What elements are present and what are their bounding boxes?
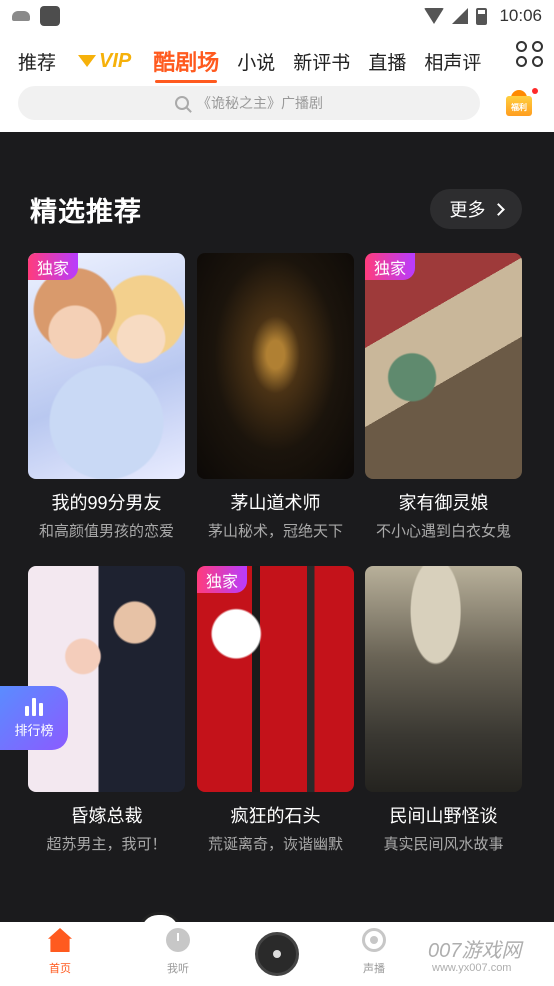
drama-card[interactable]: 独家 我的99分男友 和高颜值男孩的恋爱 xyxy=(28,253,185,541)
nav-broadcast-label: 声播 xyxy=(363,963,385,975)
exclusive-badge: 独家 xyxy=(28,253,78,280)
notification-dot xyxy=(532,88,538,94)
grid-dot-icon xyxy=(532,41,543,52)
nav-home[interactable]: 首页 xyxy=(20,928,100,976)
ranking-label: 排行榜 xyxy=(14,722,54,738)
watermark: 007游戏网 xyxy=(428,940,522,962)
tab-novel[interactable]: 小说 xyxy=(237,48,275,75)
tab-vip[interactable]: VIP xyxy=(78,50,131,73)
exclusive-badge: 独家 xyxy=(365,253,415,280)
cover-image xyxy=(28,566,185,792)
nav-home-label: 首页 xyxy=(49,963,71,975)
tab-storytelling[interactable]: 新评书 xyxy=(293,48,350,75)
signal-icon xyxy=(452,8,469,24)
card-title: 家有御灵娘 xyxy=(398,493,489,513)
nav-listen[interactable]: 我听 xyxy=(138,928,218,976)
drama-card[interactable]: 茅山道术师 茅山秘术，冠绝天下 xyxy=(197,253,354,541)
grid-dot-icon xyxy=(516,41,527,52)
nav-listen-label: 我听 xyxy=(167,963,189,975)
more-label: 更多 xyxy=(449,200,486,220)
cover-image: 独家 xyxy=(365,253,522,479)
tab-live[interactable]: 直播 xyxy=(368,48,406,75)
card-subtitle: 茅山秘术，冠绝天下 xyxy=(207,523,343,540)
tabs-fade xyxy=(474,32,504,74)
top-header: 推荐 VIP 酷剧场 小说 新评书 直播 相声评 《诡秘之主》广播剧 福利 xyxy=(0,32,554,132)
app-screen: 10:06 推荐 VIP 酷剧场 小说 新评书 直播 相声评 《诡秘之主》广播剧… xyxy=(0,0,554,986)
gift-label: 福利 xyxy=(511,103,527,112)
card-title: 茅山道术师 xyxy=(230,493,321,513)
card-title: 疯狂的石头 xyxy=(230,806,321,826)
clock-icon xyxy=(166,928,190,952)
drama-card[interactable]: 民间山野怪谈 真实民间风水故事 xyxy=(365,566,522,854)
card-subtitle: 超苏男主，我可！ xyxy=(46,836,167,853)
card-title: 我的99分男友 xyxy=(51,493,162,513)
cover-image: 独家 xyxy=(28,253,185,479)
player-disc-button[interactable] xyxy=(255,932,299,976)
card-subtitle: 真实民间风水故事 xyxy=(383,836,504,853)
nav-broadcast[interactable]: 声播 xyxy=(334,928,414,976)
app-notification-icon xyxy=(40,6,60,26)
drama-card[interactable]: 独家 家有御灵娘 不小心遇到白衣女鬼 xyxy=(365,253,522,541)
gift-button[interactable]: 福利 xyxy=(504,88,538,118)
ranking-tab[interactable]: 排行榜 xyxy=(0,686,68,750)
search-icon xyxy=(175,96,189,110)
tab-crosstalk[interactable]: 相声评 xyxy=(424,48,481,75)
tab-theater[interactable]: 酷剧场 xyxy=(153,45,219,83)
cover-image xyxy=(365,566,522,792)
search-placeholder: 《诡秘之主》广播剧 xyxy=(197,95,323,111)
battery-icon xyxy=(476,7,488,25)
search-input[interactable]: 《诡秘之主》广播剧 xyxy=(18,86,480,120)
section-title: 精选推荐 xyxy=(30,197,142,227)
chevron-right-icon xyxy=(491,202,505,216)
watermark-url: www.yx007.com xyxy=(432,962,512,974)
grid-dot-icon xyxy=(532,56,543,67)
status-bar: 10:06 xyxy=(0,0,554,32)
exclusive-badge: 独家 xyxy=(197,566,247,593)
card-subtitle: 和高颜值男孩的恋爱 xyxy=(38,523,174,540)
status-time: 10:06 xyxy=(499,6,542,25)
tab-recommend[interactable]: 推荐 xyxy=(18,48,56,75)
broadcast-icon xyxy=(362,928,386,952)
bar-chart-icon xyxy=(25,697,43,716)
home-icon xyxy=(48,928,72,952)
wifi-icon xyxy=(424,8,445,24)
all-categories-button[interactable] xyxy=(514,39,544,69)
card-subtitle: 荒诞离奇，诙谐幽默 xyxy=(207,836,343,853)
more-button[interactable]: 更多 xyxy=(430,189,522,229)
cover-image: 独家 xyxy=(197,566,354,792)
card-title: 民间山野怪谈 xyxy=(389,806,498,826)
vip-gem-icon xyxy=(78,55,97,67)
cover-image xyxy=(197,253,354,479)
category-tabs: 推荐 VIP 酷剧场 小说 新评书 直播 相声评 xyxy=(0,40,554,83)
drama-card[interactable]: 独家 疯狂的石头 荒诞离奇，诙谐幽默 xyxy=(197,566,354,854)
notification-icon xyxy=(12,11,30,21)
tab-vip-label: VIP xyxy=(99,49,132,72)
card-title: 昏嫁总裁 xyxy=(70,806,143,826)
card-subtitle: 不小心遇到白衣女鬼 xyxy=(375,523,511,540)
grid-dot-icon xyxy=(516,56,527,67)
